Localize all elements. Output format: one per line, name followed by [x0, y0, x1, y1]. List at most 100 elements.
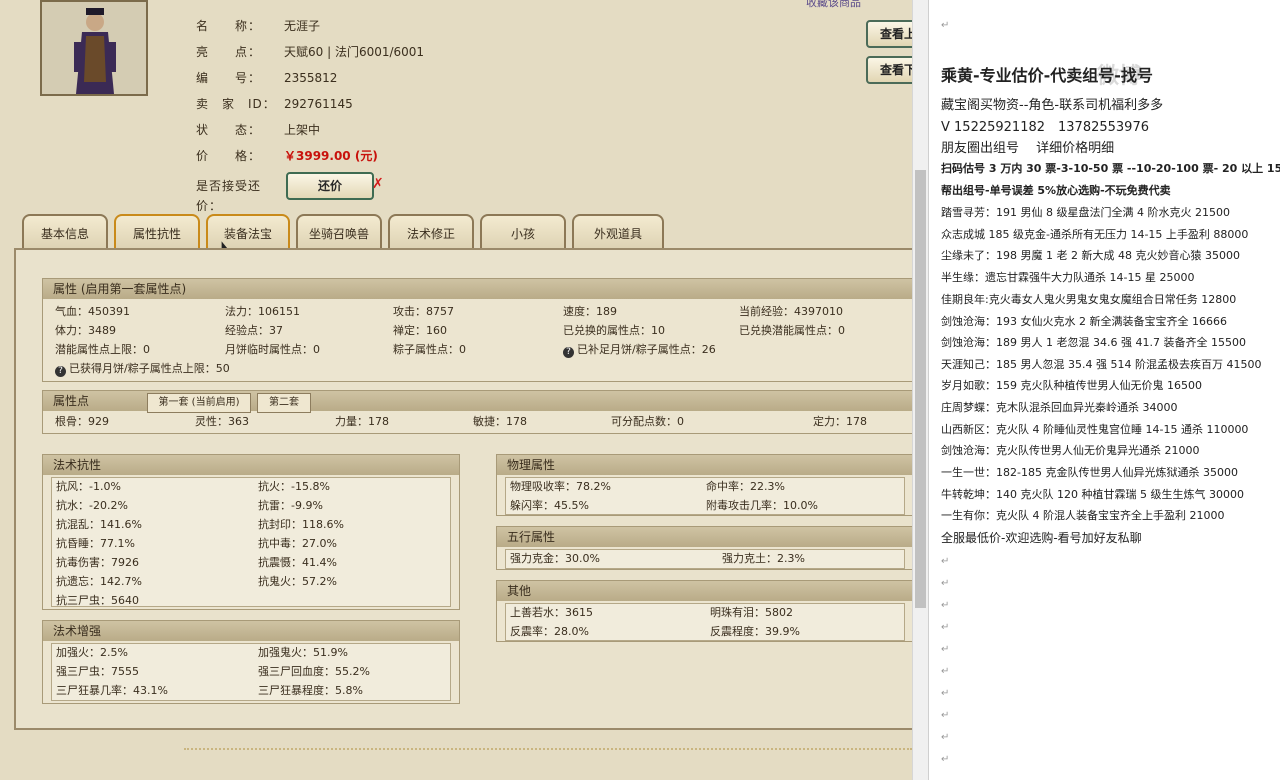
- paragraph-mark-icon: ↵: [941, 732, 950, 743]
- physical-inner: 物理吸收率：78.2% 命中率：22.3% 躲闪率：45.5% 附毒攻击几率：1…: [505, 477, 905, 515]
- resist-value: 抗昏睡：77.1%: [56, 537, 135, 550]
- help-icon[interactable]: ?: [55, 366, 66, 377]
- boost-value: 加强鬼火：51.9%: [258, 646, 348, 659]
- tab-attributes[interactable]: 属性抗性: [114, 214, 200, 250]
- resist-value: 抗毒伤害：7926: [56, 556, 139, 569]
- listing-line: 天涯知己：185 男人忽混 35.4 强 514 阶混孟极去疾百万 41500: [941, 358, 1262, 371]
- view-next-button[interactable]: 查看下: [866, 56, 912, 84]
- tab-points-set-2[interactable]: 第二套: [257, 393, 311, 413]
- item-id: 2355812: [284, 71, 338, 85]
- resist-value: 抗三尸虫：5640: [56, 594, 139, 607]
- other-title: 其他: [497, 581, 912, 601]
- point-constitution: 根骨：929: [55, 415, 109, 428]
- game-panel: 收藏该商品 名 称： 无涯子 亮 点： 天赋60 | 法门6001/6001 编 号…: [0, 0, 912, 780]
- attr-potential-cap: 潜能属性点上限：0: [55, 343, 150, 356]
- paragraph-mark-icon: ↵: [941, 754, 950, 765]
- info-name-row: 名 称： 无涯子: [196, 16, 320, 36]
- counter-offer-button[interactable]: 还价: [286, 172, 374, 200]
- paragraph-mark-icon: ↵: [941, 600, 950, 611]
- point-endurance: 定力：178: [813, 415, 867, 428]
- physical-value: 物理吸收率：78.2%: [510, 480, 611, 493]
- resist-inner: 抗风：-1.0% 抗火：-15.8% 抗水：-20.2% 抗雷：-9.9% 抗混…: [51, 477, 451, 607]
- attr-exp: 当前经验：4397010: [739, 305, 843, 318]
- notes-line: V 15225921182 13782553976: [941, 120, 1149, 135]
- resist-value: 抗水：-20.2%: [56, 499, 128, 512]
- paragraph-mark-icon: ↵: [941, 710, 950, 721]
- listing-line: 踏雪寻芳：191 男仙 8 级星盘法门全满 4 阶水克火 21500: [941, 206, 1230, 219]
- paragraph-mark-icon: ↵: [941, 622, 950, 633]
- tab-basic-info[interactable]: 基本信息: [22, 214, 108, 250]
- attr-exchanged-potential: 已兑换潜能属性点：0: [739, 324, 845, 337]
- tab-appearance[interactable]: 外观道具: [572, 214, 664, 250]
- elements-inner: 强力克金：30.0% 强力克土：2.3%: [505, 549, 905, 569]
- listing-line: 众志成城 185 级克金-通杀所有无压力 14-15 上手盈利 88000: [941, 228, 1249, 241]
- view-prev-button[interactable]: 查看上: [866, 20, 912, 48]
- attr-mp: 法力：106151: [225, 305, 300, 318]
- tab-spell-correction[interactable]: 法术修正: [388, 214, 474, 250]
- attr-exp-points: 经验点：37: [225, 324, 283, 337]
- resist-value: 抗风：-1.0%: [56, 480, 121, 493]
- info-label: 卖 家 ID：: [196, 97, 276, 111]
- notes-line: 藏宝阁买物资--角色-联系司机福利多多: [941, 98, 1164, 113]
- listing-status: 上架中: [284, 123, 321, 137]
- elements-box: 五行属性 强力克金：30.0% 强力克土：2.3%: [496, 526, 912, 570]
- physical-title: 物理属性: [497, 455, 912, 475]
- paragraph-mark-icon: ↵: [941, 578, 950, 589]
- point-agility: 敏捷：178: [473, 415, 527, 428]
- paragraph-mark-icon: ↵: [941, 556, 950, 567]
- resist-value: 抗震慑：41.4%: [258, 556, 337, 569]
- resist-value: 抗封印：118.6%: [258, 518, 344, 531]
- point-spirit: 灵性：363: [195, 415, 249, 428]
- attr-zongzi: 粽子属性点：0: [393, 343, 466, 356]
- attr-exchanged: 已兑换的属性点：10: [563, 324, 665, 337]
- resist-value: 抗中毒：27.0%: [258, 537, 337, 550]
- help-icon[interactable]: ?: [563, 347, 574, 358]
- paragraph-mark-icon: ↵: [941, 666, 950, 677]
- info-status-row: 状 态： 上架中: [196, 120, 320, 140]
- point-unassigned: 可分配点数：0: [611, 415, 684, 428]
- point-strength: 力量：178: [335, 415, 389, 428]
- attributes-panel: 属性 (启用第一套属性点) 气血：450391 法力：106151 攻击：875…: [14, 248, 912, 730]
- close-icon: ✗: [372, 176, 384, 192]
- boost-value: 强三尸虫：7555: [56, 665, 139, 678]
- resist-value: 抗火：-15.8%: [258, 480, 330, 493]
- resist-value: 抗雷：-9.9%: [258, 499, 323, 512]
- other-value: 明珠有泪：5802: [710, 606, 793, 619]
- other-box: 其他 上善若水：3615 明珠有泪：5802 反震率：28.0% 反震程度：39…: [496, 580, 912, 642]
- physical-value: 附毒攻击几率：10.0%: [706, 499, 818, 512]
- attr-filled-text: 已补足月饼/粽子属性点：26: [577, 343, 716, 356]
- tab-points-set-1[interactable]: 第一套 (当前启用): [147, 393, 251, 413]
- notes-title: 乘黄-专业估价-代卖组号-找号: [941, 66, 1153, 85]
- notes-line: 朋友圈出组号 详细价格明细: [941, 141, 1115, 156]
- attr-filled: ? 已补足月饼/粽子属性点：26: [563, 341, 716, 359]
- page-scrollbar[interactable]: [912, 0, 928, 780]
- resist-value: 抗混乱：141.6%: [56, 518, 142, 531]
- attr-speed: 速度：189: [563, 305, 617, 318]
- favorite-link[interactable]: 收藏该商品: [806, 0, 861, 10]
- character-name: 无涯子: [284, 19, 321, 33]
- physical-box: 物理属性 物理吸收率：78.2% 命中率：22.3% 躲闪率：45.5% 附毒攻…: [496, 454, 912, 516]
- listing-line: 庄周梦蝶：克木队混杀回血异光秦岭通杀 34000: [941, 401, 1178, 414]
- attr-hp: 气血：450391: [55, 305, 130, 318]
- attributes-title: 属性 (启用第一套属性点): [43, 279, 912, 299]
- info-label: 亮 点：: [196, 45, 262, 59]
- divider: [184, 748, 912, 750]
- paragraph-mark-icon: ↵: [941, 644, 950, 655]
- notes-bold-line: 帮出组号-单号误差 5%放心选购-不玩免费代卖: [941, 184, 1171, 197]
- info-seller-row: 卖 家 ID： 292761145: [196, 94, 353, 114]
- resist-value: 抗遗忘：142.7%: [56, 575, 142, 588]
- physical-value: 躲闪率：45.5%: [510, 499, 589, 512]
- scrollbar-thumb[interactable]: [915, 170, 926, 608]
- attr-stamina: 体力：3489: [55, 324, 116, 337]
- listing-line: 岁月如歌：159 克火队种植传世男人仙无价鬼 16500: [941, 379, 1202, 392]
- notes-bold-line: 扫码估号 3 万内 30 票-3-10-50 票 --10-20-100 票- …: [941, 162, 1280, 175]
- info-id-row: 编 号： 2355812: [196, 68, 337, 88]
- character-portrait: [40, 0, 148, 96]
- listing-line: 一生有你：克火队 4 阶混人装备宝宝齐全上手盈利 21000: [941, 509, 1225, 522]
- listing-line: 牛转乾坤：140 克火队 120 种植甘霖瑞 5 级生生炼气 30000: [941, 488, 1244, 501]
- listing-line: 一生一世：182-185 克金队传世男人仙异光炼狱通杀 35000: [941, 466, 1238, 479]
- tab-mounts-pets[interactable]: 坐骑召唤兽: [296, 214, 382, 250]
- tab-child[interactable]: 小孩: [480, 214, 566, 250]
- attr-cap: ? 已获得月饼/粽子属性点上限：50: [55, 360, 230, 378]
- seller-id: 292761145: [284, 97, 353, 111]
